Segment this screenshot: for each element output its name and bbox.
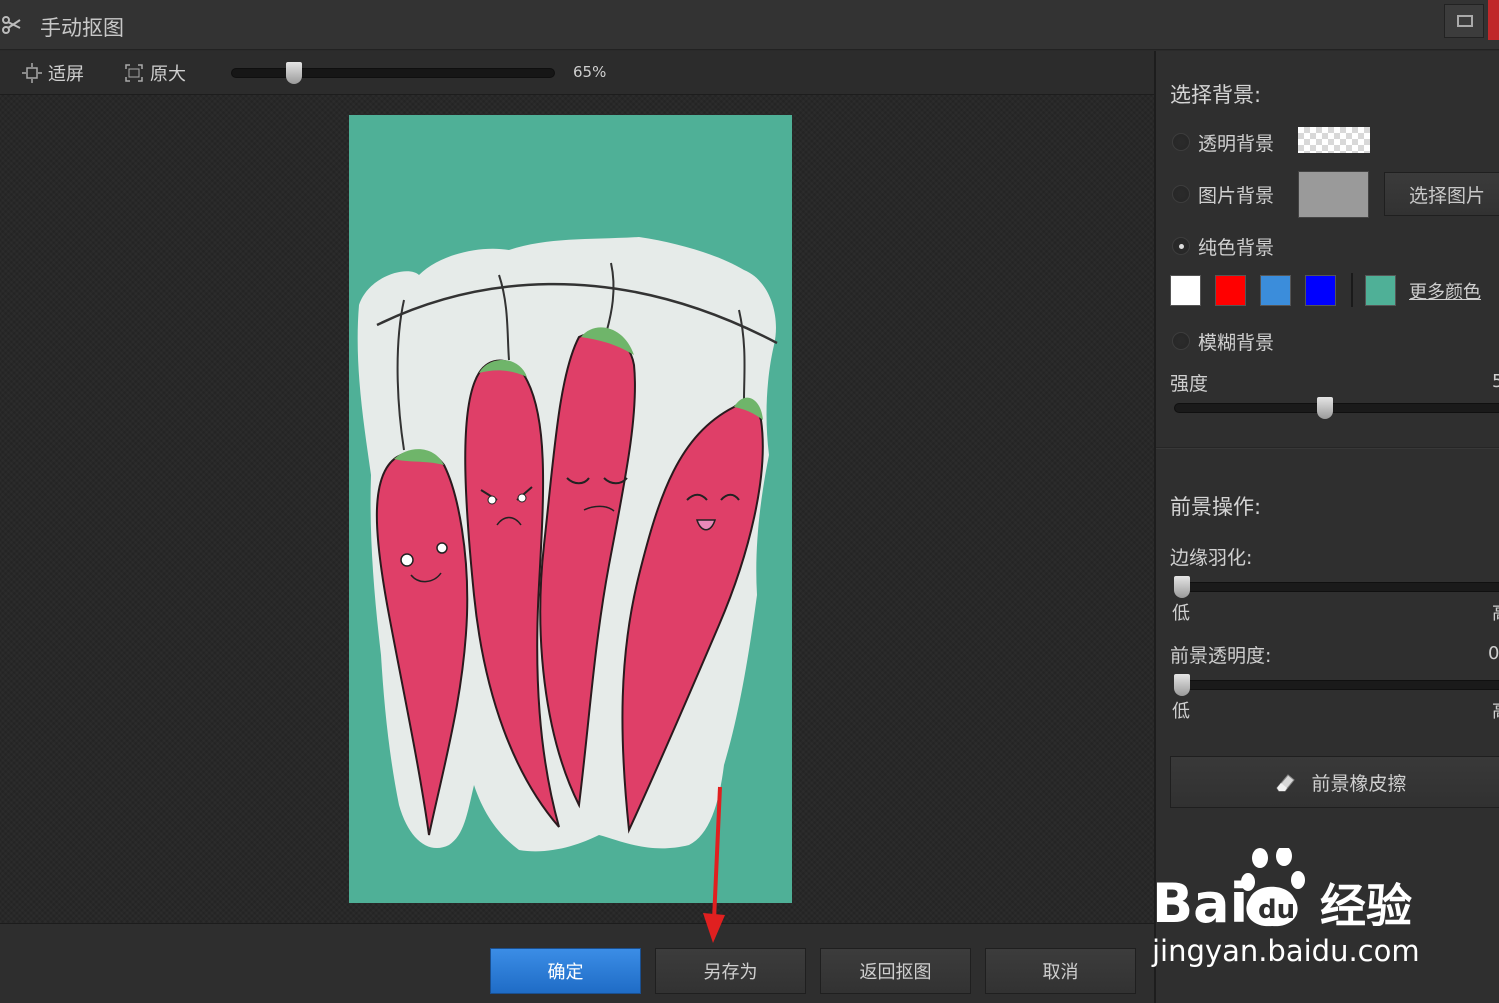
- watermark-url: jingyan.baidu.com: [1152, 934, 1420, 968]
- image-bg-radio[interactable]: [1172, 185, 1190, 203]
- maximize-button[interactable]: [1444, 4, 1484, 38]
- save-as-button[interactable]: 另存为: [655, 948, 806, 994]
- feather-high-label: 高: [1492, 599, 1499, 625]
- baidu-jingyan-logo: Bai du 经验: [1152, 848, 1412, 934]
- feather-slider-thumb[interactable]: [1174, 576, 1190, 598]
- blur-bg-label: 模糊背景: [1198, 332, 1275, 354]
- zoom-value: 65%: [573, 63, 607, 81]
- opacity-high-label: 高: [1492, 697, 1499, 723]
- annotation-arrow: [703, 786, 725, 943]
- solid-bg-radio[interactable]: [1172, 237, 1190, 255]
- feather-label: 边缘羽化:: [1170, 547, 1253, 569]
- maximize-icon: [1457, 15, 1473, 27]
- strength-value: 5: [1492, 371, 1499, 392]
- opacity-low-label: 低: [1172, 701, 1190, 722]
- canvas-area: 适屏 原大 65%: [0, 51, 1154, 923]
- strength-slider-track[interactable]: [1174, 403, 1499, 413]
- color-swatch-white[interactable]: [1170, 275, 1201, 306]
- foreground-eraser-button[interactable]: 前景橡皮擦: [1170, 756, 1499, 808]
- eraser-label: 前景橡皮擦: [1311, 772, 1407, 795]
- fit-screen-label: 适屏: [48, 64, 84, 85]
- strength-slider-thumb[interactable]: [1316, 397, 1333, 419]
- zoom-slider-track[interactable]: [231, 68, 555, 78]
- scissors-icon: [2, 16, 21, 34]
- opacity-value: 0%: [1488, 643, 1499, 664]
- transparent-bg-label: 透明背景: [1198, 133, 1275, 155]
- opacity-slider-track[interactable]: [1174, 680, 1499, 690]
- svg-text:Bai: Bai: [1152, 872, 1248, 934]
- opacity-label: 前景透明度:: [1170, 645, 1272, 667]
- window-title: 手动抠图: [40, 16, 124, 40]
- feather-low-label: 低: [1172, 603, 1190, 624]
- transparent-bg-radio[interactable]: [1172, 133, 1190, 151]
- ok-button[interactable]: 确定: [490, 948, 641, 994]
- solid-bg-label: 纯色背景: [1198, 237, 1275, 259]
- panel-divider: [1156, 447, 1499, 449]
- strength-label: 强度: [1170, 373, 1209, 395]
- original-size-button[interactable]: 原大: [124, 61, 186, 85]
- swatch-separator: [1351, 273, 1353, 307]
- svg-text:经验: 经验: [1320, 879, 1412, 933]
- opacity-slider-thumb[interactable]: [1174, 674, 1190, 696]
- manual-cutout-window: 手动抠图 适屏 原大 65% 确定 另存为 返回抠图 取消 选择背景: 透明背景…: [0, 0, 1499, 1003]
- title-bar: 手动抠图: [0, 0, 1499, 50]
- color-swatch-light-blue[interactable]: [1260, 275, 1291, 306]
- background-section-title: 选择背景:: [1170, 83, 1262, 107]
- original-size-label: 原大: [150, 64, 186, 85]
- color-swatch-blue[interactable]: [1305, 275, 1336, 306]
- feather-slider-track[interactable]: [1174, 582, 1499, 592]
- select-image-button[interactable]: 选择图片: [1384, 172, 1499, 216]
- color-swatch-red[interactable]: [1215, 275, 1246, 306]
- foreground-section-title: 前景操作:: [1170, 495, 1262, 519]
- svg-text:du: du: [1258, 895, 1295, 925]
- fit-screen-icon: [22, 63, 42, 83]
- current-color-swatch[interactable]: [1365, 275, 1396, 306]
- original-size-icon: [125, 64, 143, 82]
- zoom-slider-thumb[interactable]: [286, 62, 303, 84]
- zoom-toolbar: 适屏 原大 65%: [0, 51, 1154, 95]
- bottom-bar: 确定 另存为 返回抠图 取消: [0, 923, 1154, 1003]
- back-to-cutout-button[interactable]: 返回抠图: [820, 948, 971, 994]
- fit-screen-button[interactable]: 适屏: [22, 61, 84, 85]
- eraser-icon: [1276, 774, 1296, 792]
- image-bg-preview: [1298, 171, 1369, 218]
- blur-bg-radio[interactable]: [1172, 332, 1190, 350]
- more-colors-link[interactable]: 更多颜色: [1409, 278, 1481, 304]
- cancel-button[interactable]: 取消: [985, 948, 1136, 994]
- transparent-bg-preview: [1298, 127, 1370, 153]
- close-button[interactable]: [1488, 0, 1499, 40]
- image-bg-label: 图片背景: [1198, 185, 1275, 207]
